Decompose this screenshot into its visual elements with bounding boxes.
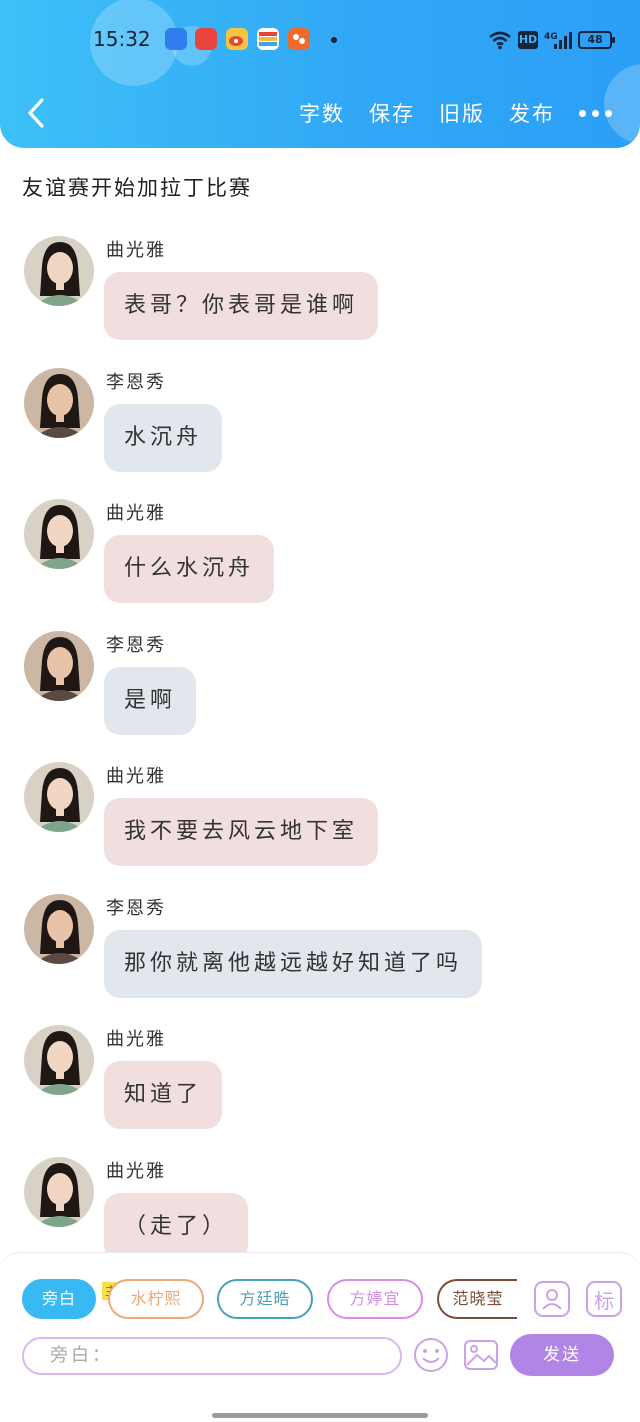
app-orange-icon [288,28,310,50]
message-bubble[interactable]: 我不要去风云地下室 [104,798,379,866]
old-version-button[interactable]: 旧版 [439,98,485,128]
avatar[interactable] [24,368,94,438]
role-chip[interactable]: 方廷晧 [217,1279,313,1319]
avatar[interactable] [24,762,94,832]
system-icons: HD 4G 48 [488,28,615,52]
more-dot [579,109,586,117]
avatar[interactable] [24,1157,94,1227]
story-title: 友谊赛开始加拉丁比赛 [22,176,252,200]
emoji-button[interactable] [412,1336,450,1374]
hd-icon: HD [518,31,538,49]
battery-icon: 48 [578,31,615,49]
top-header: 15:32 HD 4G 48 字数 保存 旧版 发布 [0,0,640,148]
avatar[interactable] [24,1025,94,1095]
send-button[interactable]: 发送 [510,1334,614,1376]
app-blue-icon [165,28,187,50]
more-dot [592,109,599,117]
message-bubble[interactable]: 是啊 [104,667,197,735]
more-menu-button[interactable] [579,106,612,121]
publish-button[interactable]: 发布 [509,98,555,128]
speaker-name: 曲光雅 [106,240,166,261]
home-indicator[interactable] [212,1413,428,1418]
header-toolbar: 字数 保存 旧版 发布 [299,96,612,130]
avatar[interactable] [24,631,94,701]
smiley-icon [414,1338,448,1372]
speaker-name: 曲光雅 [106,1161,166,1182]
character-button[interactable] [534,1281,570,1317]
message-bubble[interactable]: 知道了 [104,1061,223,1129]
role-chip[interactable]: 水柠熙 [108,1279,204,1319]
message-input[interactable]: 旁白： [22,1337,402,1375]
user-icon [542,1289,562,1310]
message-bubble[interactable]: 水沉舟 [104,404,223,472]
image-button[interactable] [462,1336,500,1374]
wallet-icon [257,28,279,50]
chevron-left-icon [28,98,44,128]
role-chip[interactable]: 方婷宜 [327,1279,423,1319]
speaker-name: 李恩秀 [106,372,166,393]
avatar[interactable] [24,894,94,964]
back-button[interactable] [22,96,52,130]
avatar[interactable] [24,236,94,306]
message-bubble[interactable]: 什么水沉舟 [104,535,275,603]
more-dot [605,109,612,117]
weibo-icon [226,28,248,50]
word-count-button[interactable]: 字数 [299,98,345,128]
svg-text:4G: 4G [544,32,558,42]
speaker-name: 李恩秀 [106,635,166,656]
signal-4g-icon: 4G [544,32,572,49]
role-chip-narration[interactable]: 旁白 [22,1279,96,1319]
avatar[interactable] [24,499,94,569]
message-bubble[interactable]: （走了） [104,1193,249,1261]
status-time: 15:32 [93,27,151,51]
speaker-name: 曲光雅 [106,766,166,787]
speaker-name: 曲光雅 [106,1029,166,1050]
speaker-name: 李恩秀 [106,898,166,919]
message-bubble[interactable]: 表哥？你表哥是谁啊 [104,272,379,340]
tag-button[interactable]: 标 [586,1281,622,1317]
wifi-icon [489,31,511,50]
speaker-name: 曲光雅 [106,503,166,524]
message-bubble[interactable]: 那你就离他越远越好知道了吗 [104,930,483,998]
save-button[interactable]: 保存 [369,98,415,128]
notification-dot [331,37,337,43]
app-red-icon [195,28,217,50]
image-icon [464,1340,498,1370]
role-chip[interactable]: 范晓莹 [437,1279,517,1319]
